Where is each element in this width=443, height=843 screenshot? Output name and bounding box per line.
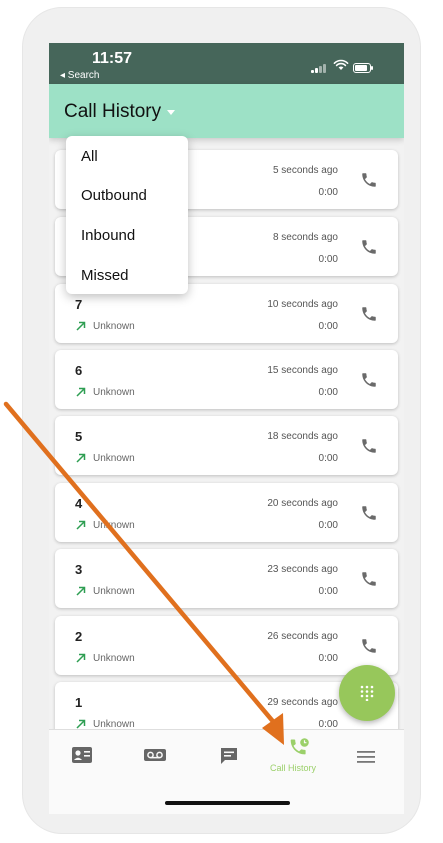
call-row[interactable]: 4 Unknown 20 seconds ago 0:00 (55, 483, 398, 542)
call-time: 5 seconds ago (272, 165, 338, 176)
voicemail-icon (144, 749, 166, 761)
status-time: 11:57 (92, 50, 133, 67)
phone-icon[interactable] (360, 238, 378, 256)
call-row[interactable]: 5 Unknown 18 seconds ago 0:00 (55, 416, 398, 475)
phone-icon[interactable] (360, 437, 378, 455)
call-contact-name: Unknown (93, 586, 135, 597)
call-contact-name: Unknown (93, 387, 135, 398)
wifi-icon (333, 59, 349, 70)
outbound-arrow-icon (76, 321, 86, 331)
filter-option-all[interactable]: All (81, 148, 98, 165)
app-screen: 11:57 ◂ Search Call History 5 seconds ag… (49, 43, 404, 814)
call-time: 26 seconds ago (267, 631, 338, 642)
tab-call-history-label: Call History (270, 763, 317, 773)
signal-icon (311, 63, 329, 73)
call-filter-dropdown: All Outbound Inbound Missed (66, 136, 188, 294)
call-number: 2 (75, 629, 83, 644)
call-contact-name: Unknown (93, 453, 135, 464)
phone-icon[interactable] (360, 305, 378, 323)
tab-menu[interactable] (355, 730, 385, 780)
outbound-arrow-icon (76, 653, 86, 663)
call-contact-name: Unknown (93, 520, 135, 531)
home-indicator (165, 801, 290, 805)
call-number: 7 (75, 297, 83, 312)
call-duration: 0:00 (318, 520, 338, 531)
call-number: 1 (75, 695, 83, 710)
dialpad-icon (360, 685, 374, 701)
call-number: 6 (75, 363, 83, 378)
call-number: 4 (75, 496, 83, 511)
battery-icon (353, 63, 373, 73)
tab-contacts[interactable] (69, 730, 99, 780)
call-duration: 0:00 (318, 653, 338, 664)
dialpad-button[interactable] (339, 665, 395, 721)
filter-option-inbound[interactable]: Inbound (81, 227, 135, 244)
messages-icon (221, 748, 237, 764)
call-duration: 0:00 (318, 453, 338, 464)
call-time: 23 seconds ago (267, 564, 338, 575)
outbound-arrow-icon (76, 453, 86, 463)
call-contact-name: Unknown (93, 653, 135, 664)
phone-icon[interactable] (360, 570, 378, 588)
call-time: 15 seconds ago (267, 365, 338, 376)
call-number: 3 (75, 562, 83, 577)
call-time: 20 seconds ago (267, 498, 338, 509)
outbound-arrow-icon (76, 520, 86, 530)
outbound-arrow-icon (76, 586, 86, 596)
call-time: 10 seconds ago (267, 299, 338, 310)
outbound-arrow-icon (76, 387, 86, 397)
call-time: 29 seconds ago (267, 697, 338, 708)
call-time: 18 seconds ago (267, 431, 338, 442)
phone-icon[interactable] (360, 504, 378, 522)
call-duration: 0:00 (318, 187, 338, 198)
app-header: Call History (49, 84, 404, 138)
back-to-search-link[interactable]: ◂ Search (60, 70, 99, 81)
chevron-down-icon[interactable] (167, 110, 175, 115)
call-history-icon (290, 738, 309, 755)
call-row[interactable]: 2 Unknown 26 seconds ago 0:00 (55, 616, 398, 675)
phone-icon[interactable] (360, 371, 378, 389)
call-row[interactable]: 6 Unknown 15 seconds ago 0:00 (55, 350, 398, 409)
call-duration: 0:00 (318, 254, 338, 265)
tab-call-history[interactable]: Call History (267, 730, 331, 780)
call-duration: 0:00 (318, 321, 338, 332)
filter-option-missed[interactable]: Missed (81, 267, 129, 284)
phone-icon[interactable] (360, 171, 378, 189)
call-duration: 0:00 (318, 586, 338, 597)
call-row[interactable]: 3 Unknown 23 seconds ago 0:00 (55, 549, 398, 608)
filter-option-outbound[interactable]: Outbound (81, 187, 147, 204)
tab-voicemail[interactable] (141, 730, 171, 780)
contacts-icon (72, 747, 92, 763)
call-time: 8 seconds ago (272, 232, 338, 243)
call-contact-name: Unknown (93, 321, 135, 332)
bottom-navigation: Call History (49, 729, 404, 814)
call-history-filter-title[interactable]: Call History (64, 101, 161, 123)
call-number: 5 (75, 429, 83, 444)
menu-icon (357, 751, 375, 763)
status-bar: 11:57 ◂ Search (49, 43, 404, 84)
tab-messages[interactable] (217, 730, 247, 780)
call-duration: 0:00 (318, 387, 338, 398)
phone-icon[interactable] (360, 637, 378, 655)
